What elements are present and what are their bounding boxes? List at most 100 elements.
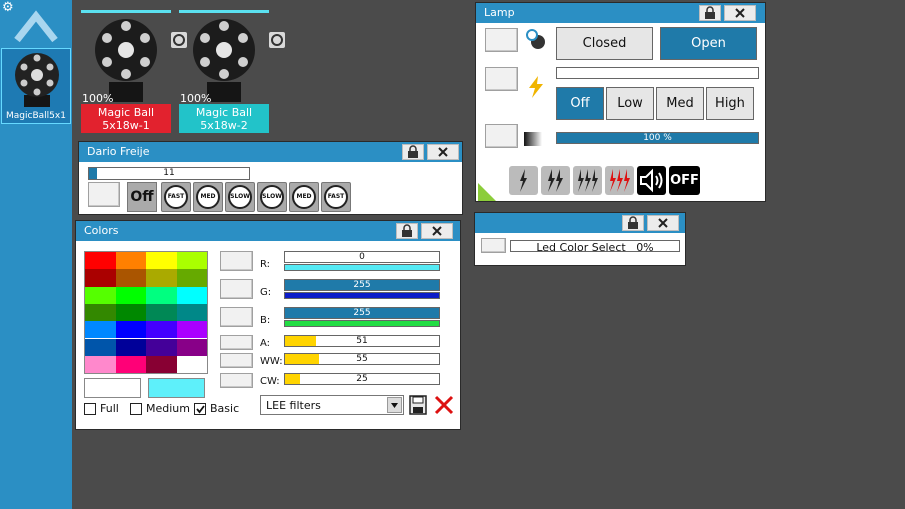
channel-button[interactable] — [220, 353, 253, 368]
palette-swatch[interactable] — [176, 269, 207, 287]
speed-button-4[interactable]: MED — [289, 182, 319, 212]
lock-icon — [402, 224, 412, 237]
fixture-card-2[interactable]: 100% Magic Ball 5x18w-2 — [179, 10, 285, 134]
resize-corner-icon[interactable] — [478, 183, 496, 201]
chevron-up-icon[interactable] — [13, 8, 59, 46]
strobe-blank-button[interactable] — [485, 67, 518, 91]
shutter-blank-button[interactable] — [485, 28, 518, 52]
channel-button[interactable] — [220, 335, 253, 350]
channel-button[interactable] — [220, 373, 253, 388]
channel-slider[interactable]: 255 — [284, 307, 440, 319]
speed-button-5[interactable]: FAST — [321, 182, 351, 212]
speed-button-2[interactable]: SLOW — [225, 182, 255, 212]
channel-button[interactable] — [220, 279, 253, 299]
strobe-random-icon[interactable] — [605, 166, 634, 195]
speed-button-3[interactable]: SLOW — [257, 182, 287, 212]
palette-swatch[interactable] — [115, 338, 146, 356]
dario-blank-button[interactable] — [88, 182, 120, 207]
channel-label: G: — [260, 287, 272, 298]
palette-swatch[interactable] — [115, 269, 146, 287]
delete-icon[interactable] — [433, 394, 455, 416]
channel-value: 55 — [356, 354, 368, 364]
palette-swatch[interactable] — [85, 321, 116, 339]
close-button[interactable] — [647, 215, 679, 231]
palette-swatch[interactable] — [176, 286, 207, 304]
palette-swatch[interactable] — [115, 252, 146, 270]
close-icon — [432, 226, 442, 236]
channel-button[interactable] — [220, 307, 253, 327]
strobe-medium-icon[interactable] — [541, 166, 570, 195]
palette-swatch[interactable] — [176, 303, 207, 322]
palette-swatch[interactable] — [146, 252, 177, 270]
strobe-level-med[interactable]: Med — [656, 87, 704, 120]
palette-option-checkbox[interactable] — [130, 403, 142, 415]
shutter-open-button[interactable]: Open — [660, 27, 757, 60]
lamp-window: Lamp Closed Open Off Low Med High 100 % OFF — [475, 2, 766, 202]
palette-swatch[interactable] — [85, 269, 116, 287]
palette-swatch[interactable] — [176, 338, 207, 356]
off-button[interactable]: Off — [127, 182, 157, 212]
lock-button[interactable] — [699, 5, 721, 21]
channel-slider[interactable]: 55 — [284, 353, 440, 365]
lock-button[interactable] — [396, 223, 418, 239]
close-button[interactable] — [724, 5, 756, 21]
palette-swatch[interactable] — [176, 252, 207, 270]
strobe-level-off[interactable]: Off — [556, 87, 604, 120]
palette-swatch[interactable] — [146, 338, 177, 356]
palette-option-checkbox[interactable] — [84, 403, 96, 415]
channel-slider[interactable]: 51 — [284, 335, 440, 347]
sound-icon[interactable] — [637, 166, 666, 195]
led-color-slider[interactable]: Led Color Select 0% — [510, 240, 680, 252]
channel-slider[interactable]: 255 — [284, 279, 440, 291]
strobe-level-low[interactable]: Low — [606, 87, 654, 120]
led-blank-button[interactable] — [481, 238, 506, 253]
palette-swatch[interactable] — [146, 269, 177, 287]
dimmer-slider[interactable]: 100 % — [556, 132, 759, 144]
palette-swatch[interactable] — [85, 286, 116, 304]
speed-button-1[interactable]: MED — [193, 182, 223, 212]
palette-swatch[interactable] — [115, 286, 146, 304]
speed-button-0[interactable]: FAST — [161, 182, 191, 212]
channel-slider-fill — [285, 374, 301, 384]
palette-swatch[interactable] — [115, 303, 146, 322]
strobe-fast-icon[interactable] — [573, 166, 602, 195]
palette-swatch[interactable] — [176, 355, 207, 374]
gradient-icon — [524, 132, 542, 146]
strobe-off-button[interactable]: OFF — [669, 166, 700, 195]
strobe-slow-icon[interactable] — [509, 166, 538, 195]
channel-slider[interactable]: 0 — [284, 251, 440, 263]
chevron-down-icon[interactable] — [387, 397, 402, 413]
palette-swatch[interactable] — [146, 303, 177, 322]
lock-button[interactable] — [622, 215, 644, 231]
strobe-level-high[interactable]: High — [706, 87, 754, 120]
sidebar-fixture-tile[interactable]: MagicBall5x1 — [1, 48, 71, 124]
palette-swatch[interactable] — [115, 321, 146, 339]
fixture-card-1[interactable]: 100% Magic Ball 5x18w-1 — [81, 10, 187, 134]
palette-swatch[interactable] — [146, 355, 177, 374]
channel-button[interactable] — [220, 251, 253, 271]
lock-button[interactable] — [402, 144, 424, 160]
palette-swatch[interactable] — [115, 355, 146, 374]
filter-select[interactable]: LEE filters — [260, 395, 404, 415]
color-palette — [84, 251, 208, 374]
gear-icon[interactable]: ⚙ — [2, 1, 14, 14]
palette-swatch[interactable] — [146, 286, 177, 304]
close-button[interactable] — [421, 223, 453, 239]
palette-swatch[interactable] — [85, 303, 116, 322]
fixture-sub: 5x18w-1 — [102, 119, 150, 132]
palette-swatch[interactable] — [146, 321, 177, 339]
strobe-slider[interactable] — [556, 67, 759, 79]
led-label: Led Color Select — [536, 241, 626, 252]
close-button[interactable] — [427, 144, 459, 160]
palette-option-checkbox[interactable] — [194, 403, 206, 415]
dimmer-blank-button[interactable] — [485, 124, 518, 148]
palette-swatch[interactable] — [85, 355, 116, 374]
dario-slider[interactable]: 11 — [88, 167, 250, 180]
palette-swatch[interactable] — [85, 252, 116, 270]
save-icon[interactable] — [409, 395, 427, 415]
palette-swatch[interactable] — [176, 321, 207, 339]
palette-swatch[interactable] — [85, 338, 116, 356]
shutter-closed-button[interactable]: Closed — [556, 27, 653, 60]
fixture-settings-button[interactable] — [269, 32, 285, 48]
channel-slider[interactable]: 25 — [284, 373, 440, 385]
